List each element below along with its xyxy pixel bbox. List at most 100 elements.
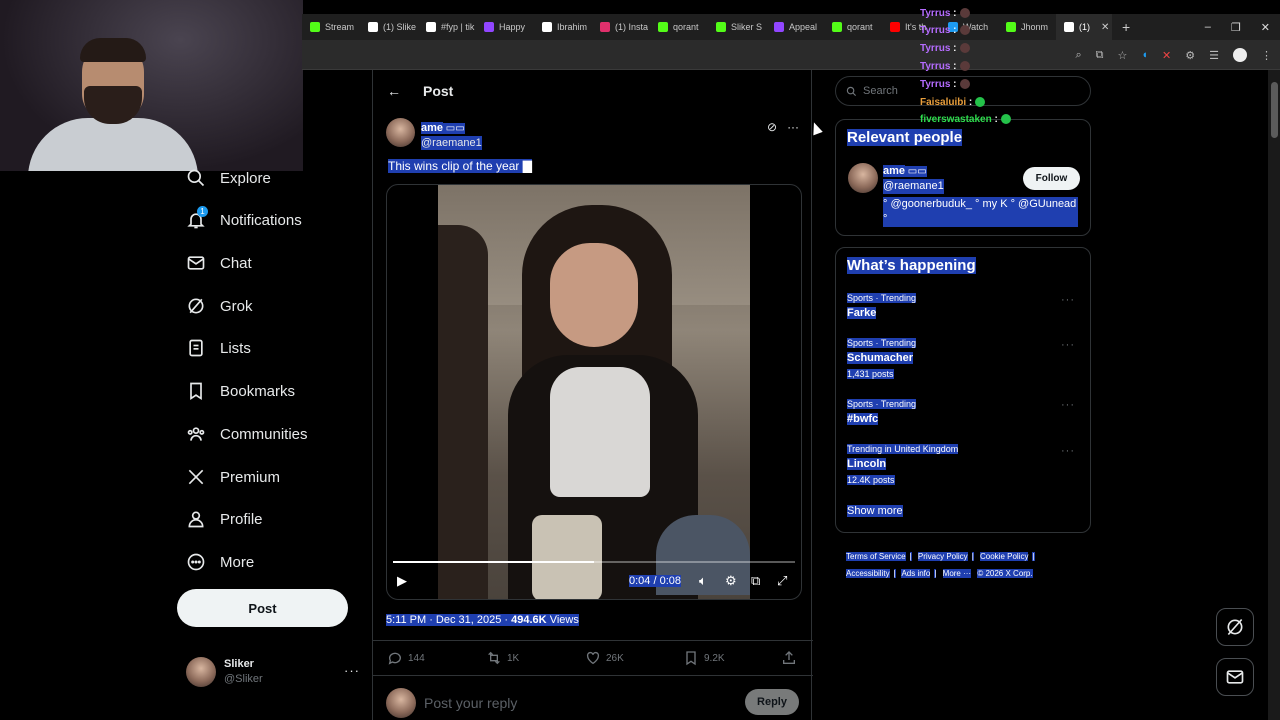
browser-toolbar: ⌕ ⧉ ☆ ◖ ✕ ⚙ ☰ ⋮ <box>302 40 1280 70</box>
browser-tab[interactable]: Jhonm <box>998 14 1056 40</box>
author-handle[interactable]: @raemane1 <box>421 136 482 150</box>
post-button[interactable]: Post <box>177 589 348 627</box>
nav-bookmarks[interactable]: Bookmarks <box>186 375 295 407</box>
footer-privacy[interactable]: Privacy Policy <box>917 552 968 561</box>
browser-tab[interactable]: qorant <box>824 14 882 40</box>
grok-floating-button[interactable] <box>1216 608 1254 646</box>
tab-favicon-icon <box>716 22 726 32</box>
trend-more-icon[interactable]: ··· <box>1061 445 1075 457</box>
messages-floating-button[interactable] <box>1216 658 1254 696</box>
sidebar-icon[interactable]: ☰ <box>1209 49 1219 62</box>
trend-item[interactable]: Sports · Trending Schumacher 1,431 posts <box>847 337 1087 382</box>
nav-explore[interactable]: Explore <box>186 162 271 194</box>
back-arrow-icon[interactable]: ← <box>387 83 401 99</box>
extension-2-icon[interactable]: ✕ <box>1162 49 1171 62</box>
account-more-icon[interactable]: ··· <box>344 663 360 678</box>
maximize-button[interactable]: ❐ <box>1231 21 1241 34</box>
bookmark-action[interactable]: 9.2K <box>683 650 725 666</box>
zoom-icon[interactable]: ⌕ <box>1075 49 1081 62</box>
like-action[interactable]: 26K <box>585 650 624 666</box>
nav-communities[interactable]: Communities <box>186 418 308 450</box>
share-action[interactable] <box>781 650 797 666</box>
mail-icon <box>186 253 206 273</box>
browser-tab[interactable]: (1) ✕ <box>1056 14 1112 40</box>
settings-icon[interactable]: ⚙ <box>725 573 737 589</box>
grok-explain-icon[interactable]: ⊘ <box>767 120 777 134</box>
video-progress-bar[interactable] <box>393 561 795 563</box>
post-column: ← Post ame ▭▭ @raemane1 ⊘ ··· This wins … <box>372 70 813 720</box>
tab-favicon-icon <box>600 22 610 32</box>
browser-tab[interactable]: Happy <box>476 14 534 40</box>
trend-item[interactable]: Sports · Trending Farke <box>847 292 1087 321</box>
relevant-avatar[interactable] <box>848 163 878 193</box>
relevant-bio: ° @goonerbuduk_ ° my K ° @GUunead ° <box>883 197 1078 227</box>
chat-message: Tyrrus : <box>920 8 970 19</box>
star-icon[interactable]: ☆ <box>1118 49 1128 62</box>
trend-more-icon[interactable]: ··· <box>1061 399 1075 411</box>
browser-menu-icon[interactable]: ⋮ <box>1261 49 1272 62</box>
browser-tab[interactable]: Stream <box>302 14 360 40</box>
new-tab-button[interactable]: + <box>1112 19 1140 35</box>
pip-icon[interactable]: ⧉ <box>751 573 760 589</box>
browser-tab[interactable]: qorant <box>650 14 708 40</box>
nav-premium[interactable]: Premium <box>186 461 280 493</box>
account-switcher[interactable]: Sliker @Sliker <box>186 657 263 687</box>
scrollbar-thumb[interactable] <box>1271 82 1278 138</box>
fullscreen-icon[interactable]: ⤢ <box>777 573 787 589</box>
nav-profile[interactable]: Profile <box>186 503 263 535</box>
reply-input[interactable]: Post your reply <box>424 695 517 711</box>
footer-cookie[interactable]: Cookie Policy <box>980 552 1029 561</box>
extensions-icon[interactable]: ⚙ <box>1185 49 1195 62</box>
footer-more[interactable]: More ··· <box>942 569 972 578</box>
footer-accessibility[interactable]: Accessibility <box>846 569 890 578</box>
author-avatar[interactable] <box>386 118 415 147</box>
footer-ads-info[interactable]: Ads info <box>901 569 931 578</box>
nav-grok[interactable]: Grok <box>186 290 253 322</box>
trend-item[interactable]: Sports · Trending #bwfc <box>847 398 1087 427</box>
author-name[interactable]: ame <box>421 122 444 134</box>
browser-tab[interactable]: #fyp | tik <box>418 14 476 40</box>
tab-label: (1) Slike <box>383 22 417 32</box>
follow-button[interactable]: Follow <box>1023 167 1080 190</box>
browser-tab[interactable]: Sliker S <box>708 14 766 40</box>
list-icon <box>186 338 206 358</box>
video-player[interactable]: ▶ 0:04 / 0:08 🔈︎ ⚙ ⧉ ⤢ <box>386 184 802 600</box>
relevant-handle[interactable]: @raemane1 <box>883 179 944 194</box>
show-more-link[interactable]: Show more <box>847 505 903 517</box>
trend-item[interactable]: Trending in United Kingdom Lincoln 12.4K… <box>847 443 1087 488</box>
minimize-button[interactable]: – <box>1205 21 1211 33</box>
nav-lists[interactable]: Lists <box>186 332 251 364</box>
relevant-people-title: Relevant people <box>847 129 963 146</box>
tab-close-icon[interactable]: ✕ <box>1101 22 1109 33</box>
search-small-icon <box>846 86 857 96</box>
install-icon[interactable]: ⧉ <box>1096 49 1104 62</box>
volume-icon[interactable]: 🔈︎ <box>699 573 707 589</box>
trend-more-icon[interactable]: ··· <box>1061 294 1075 306</box>
x-logo-icon <box>186 467 206 487</box>
video-frame[interactable] <box>438 185 750 599</box>
post-header: ← Post <box>387 80 453 102</box>
relevant-name[interactable]: ame <box>883 165 906 177</box>
browser-tab[interactable]: (1) Insta <box>592 14 650 40</box>
browser-tab[interactable]: Appeal <box>766 14 824 40</box>
chat-separator: : <box>953 25 957 36</box>
reply-button[interactable]: Reply <box>745 689 799 715</box>
nav-more[interactable]: More <box>186 546 254 578</box>
tab-favicon-icon <box>542 22 552 32</box>
footer-terms[interactable]: Terms of Service <box>846 552 906 561</box>
trend-more-icon[interactable]: ··· <box>1061 339 1075 351</box>
browser-tab[interactable]: (1) Slike <box>360 14 418 40</box>
extension-1-icon[interactable]: ◖ <box>1141 49 1148 61</box>
chat-message: fiverswastaken : <box>920 114 1011 125</box>
nav-chat[interactable]: Chat <box>186 247 252 279</box>
browser-profile-avatar[interactable] <box>1233 48 1247 62</box>
reply-action[interactable]: 144 <box>387 650 425 666</box>
page-scrollbar[interactable] <box>1268 70 1280 720</box>
browser-tab[interactable]: Ibrahim <box>534 14 592 40</box>
post-more-icon[interactable]: ··· <box>787 120 799 134</box>
close-window-button[interactable]: ✕ <box>1261 21 1270 34</box>
repost-action[interactable]: 1K <box>486 650 519 666</box>
play-icon[interactable]: ▶ <box>397 573 407 589</box>
nav-notifications[interactable]: 1 Notifications <box>186 204 302 236</box>
chat-separator: : <box>953 79 957 90</box>
